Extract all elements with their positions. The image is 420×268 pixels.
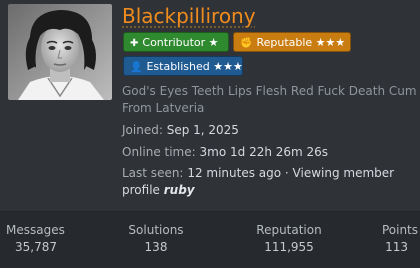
reputable-badge[interactable]: ✊ Reputable ★★★ <box>233 32 351 52</box>
last-seen-activity-text: profile <box>122 183 160 197</box>
established-badge-label: Established ★★★ <box>146 60 243 73</box>
stat-points[interactable]: Points 113 <box>376 222 418 256</box>
user-icon: 👤 <box>130 62 143 73</box>
stat-value: 138 <box>144 240 168 254</box>
reputable-badge-label: Reputable ★★★ <box>256 36 346 49</box>
stat-messages[interactable]: Messages 35,787 <box>6 222 65 256</box>
fist-icon: ✊ <box>240 38 253 49</box>
last-seen-activity: profile ruby <box>122 182 195 199</box>
online-time-value: 3mo 1d 22h 26m 26s <box>199 145 329 159</box>
established-badge[interactable]: 👤 Established ★★★ <box>123 56 243 76</box>
stat-label: Points <box>381 223 418 237</box>
stat-value: 111,955 <box>264 240 314 254</box>
location-text: From Latveria <box>122 101 205 115</box>
stat-label: Reputation <box>256 223 322 237</box>
stat-label: Messages <box>6 223 65 237</box>
last-seen-label: Last seen: <box>122 166 184 180</box>
username-link[interactable]: Blackpillirony <box>122 2 256 30</box>
contributor-badge[interactable]: ✚ Contributor ★ <box>123 32 229 52</box>
joined-row: Joined: Sep 1, 2025 <box>122 122 239 139</box>
stats-bar: Messages 35,787 Solutions 138 Reputation… <box>0 212 420 268</box>
stat-solutions[interactable]: Solutions 138 <box>124 222 188 256</box>
profile-header: Blackpillirony ✚ Contributor ★ ✊ Reputable… <box>0 0 420 211</box>
stat-label: Solutions <box>128 223 184 237</box>
stat-value: 113 <box>385 240 408 254</box>
member-profile-card: Blackpillirony ✚ Contributor ★ ✊ Reputable… <box>0 0 420 268</box>
last-seen-value: 12 minutes ago · Viewing member <box>187 166 395 180</box>
user-title-blurb: God's Eyes Teeth Lips Flesh Red Fuck Dea… <box>122 84 420 98</box>
avatar[interactable] <box>8 4 112 100</box>
plus-icon: ✚ <box>130 38 139 49</box>
joined-label: Joined: <box>122 123 163 137</box>
contributor-badge-label: Contributor ★ <box>142 36 219 49</box>
viewed-member-link[interactable]: ruby <box>164 183 195 197</box>
last-seen-row: Last seen: 12 minutes ago · Viewing memb… <box>122 165 394 182</box>
stat-value: 35,787 <box>15 240 57 254</box>
joined-value: Sep 1, 2025 <box>166 123 239 137</box>
stat-reputation[interactable]: Reputation 111,955 <box>246 222 332 256</box>
online-time-label: Online time: <box>122 145 196 159</box>
online-time-row: Online time: 3mo 1d 22h 26m 26s <box>122 144 328 161</box>
